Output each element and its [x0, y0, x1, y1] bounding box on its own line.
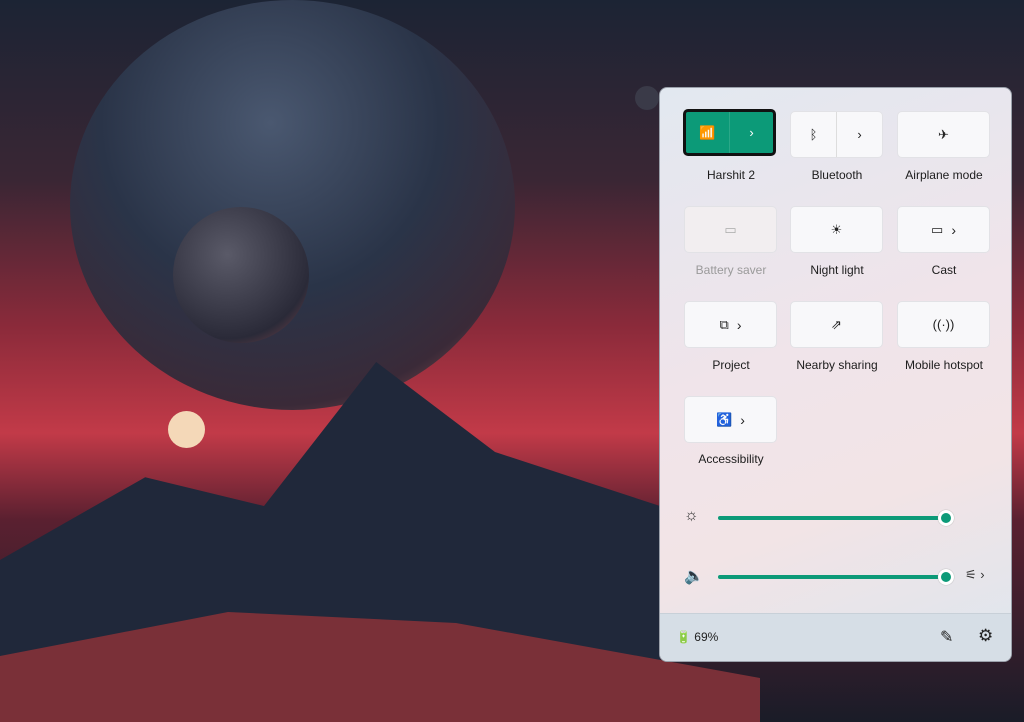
volume-icon: 🔈 — [684, 568, 704, 585]
wallpaper-sun — [168, 411, 205, 448]
share-icon: ⇗ — [831, 316, 842, 332]
wifi-icon[interactable]: 📶 — [686, 112, 729, 153]
accessibility-tile[interactable]: ♿ › — [684, 396, 777, 443]
project-icon: ⧉ — [719, 316, 729, 332]
night-light-icon: ☀ — [830, 221, 843, 237]
bluetooth-tile[interactable]: ᛒ › — [790, 111, 883, 158]
brightness-icon: ☼ — [684, 507, 699, 524]
accessibility-label: Accessibility — [698, 452, 764, 466]
night-light-label: Night light — [810, 263, 864, 277]
battery-charging-icon: 🔋 — [676, 630, 691, 644]
wifi-tile[interactable]: 📶 › — [683, 109, 776, 156]
chevron-right-icon: › — [736, 316, 742, 333]
brightness-slider-thumb[interactable] — [938, 510, 954, 526]
battery-status[interactable]: 🔋 69% — [676, 630, 718, 644]
mobile-hotspot-label: Mobile hotspot — [904, 358, 984, 372]
chevron-right-icon: › — [740, 411, 745, 428]
nearby-sharing-label: Nearby sharing — [796, 358, 878, 372]
project-label: Project — [712, 358, 750, 372]
wallpaper-moon — [173, 207, 309, 343]
nearby-sharing-tile[interactable]: ⇗ — [790, 301, 883, 348]
project-tile[interactable]: ⧉ › — [684, 301, 777, 348]
volume-slider[interactable] — [718, 569, 954, 585]
battery-percent: 69% — [694, 630, 719, 644]
settings-button[interactable]: ⚙ — [978, 626, 993, 646]
gear-icon: ⚙ — [978, 626, 994, 645]
hotspot-icon: ((·)) — [932, 317, 955, 332]
edit-quick-settings-button[interactable]: ✎ — [940, 627, 953, 647]
cast-icon: ▭ — [931, 221, 944, 237]
accessibility-icon: ♿ — [716, 411, 733, 427]
cast-label: Cast — [931, 263, 957, 277]
audio-output-button[interactable]: ⚟ › — [965, 567, 985, 583]
quick-settings-footer: 🔋 69% ✎ ⚙ — [660, 613, 1011, 661]
bluetooth-icon[interactable]: ᛒ — [791, 112, 836, 157]
wallpaper-planet — [70, 0, 515, 410]
airplane-label: Airplane mode — [905, 168, 983, 182]
wifi-label: Harshit 2 — [706, 168, 756, 182]
chevron-right-icon: › — [951, 221, 956, 238]
bluetooth-label: Bluetooth — [811, 168, 863, 182]
volume-slider-thumb[interactable] — [938, 569, 954, 585]
cast-tile[interactable]: ▭ › — [897, 206, 990, 253]
night-light-tile[interactable]: ☀ — [790, 206, 883, 253]
battery-saver-icon: ▭ — [724, 221, 737, 237]
audio-mixer-icon: ⚟ — [965, 567, 977, 582]
battery-saver-tile[interactable]: ▭ — [684, 206, 777, 253]
bluetooth-chevron-icon[interactable]: › — [836, 112, 882, 157]
airplane-mode-tile[interactable]: ✈ — [897, 111, 990, 158]
brightness-slider[interactable] — [718, 510, 954, 526]
battery-saver-label: Battery saver — [695, 263, 767, 277]
wallpaper-small-moon — [635, 86, 659, 110]
airplane-icon: ✈ — [938, 126, 949, 142]
wifi-chevron-icon[interactable]: › — [729, 112, 773, 153]
pencil-icon: ✎ — [940, 629, 954, 646]
mobile-hotspot-tile[interactable]: ((·)) — [897, 301, 990, 348]
quick-settings-panel: 📶 › Harshit 2 ᛒ › Bluetooth ✈ Airplane m… — [659, 87, 1012, 662]
